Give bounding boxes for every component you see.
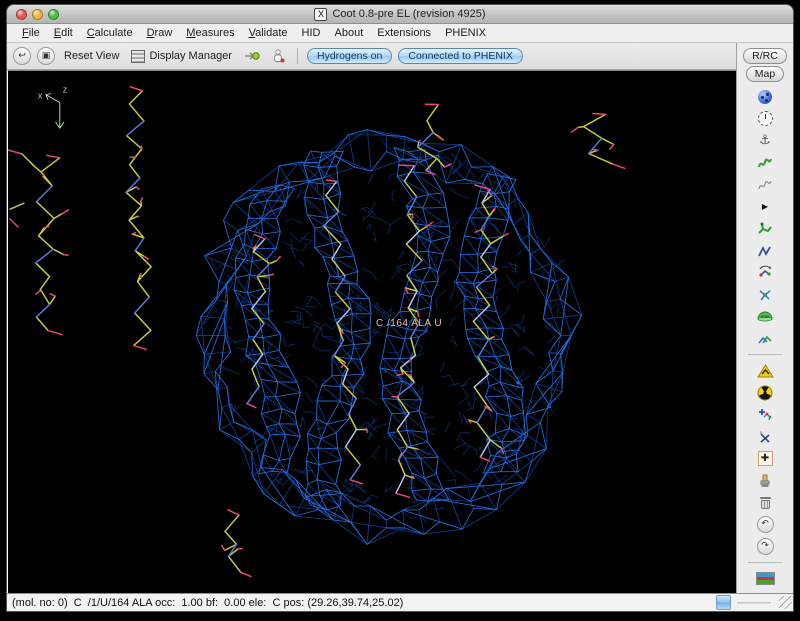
reset-view-label: Reset View — [64, 50, 119, 62]
sculpt-button[interactable] — [754, 471, 776, 490]
toolbar-separator — [297, 48, 298, 64]
redo-button[interactable]: ↷ — [754, 537, 776, 556]
flip-button[interactable] — [754, 329, 776, 348]
mutate-button[interactable] — [754, 285, 776, 304]
trash-icon — [760, 497, 771, 509]
resize-grip[interactable] — [779, 596, 792, 609]
blue-sphere-icon — [758, 90, 772, 104]
brush-icon — [758, 474, 772, 488]
flag-icon — [756, 572, 775, 585]
menu-bar: File Edit Calculate Draw Measures Valida… — [7, 24, 793, 43]
radioactive-icon — [757, 385, 773, 401]
phenix-connection-badge[interactable]: Connected to PHENIX — [398, 48, 522, 64]
status-text: (mol. no: 0) C /1/U/164 ALA occ: 1.00 bf… — [7, 597, 716, 609]
back-icon: ↩ — [18, 51, 26, 61]
display-manager-icon — [131, 50, 145, 63]
blue-zigzag-icon — [757, 244, 773, 258]
main-toolbar: ↩ ▣ Reset View Display Manager — [7, 43, 736, 70]
flag-button[interactable] — [754, 569, 776, 588]
status-bar: (mol. no: 0) C /1/U/164 ALA occ: 1.00 bf… — [7, 593, 793, 611]
regularize-button[interactable] — [754, 241, 776, 260]
add-atom-button[interactable] — [754, 405, 776, 424]
menu-edit[interactable]: Edit — [47, 26, 80, 40]
gray-squiggle-icon — [757, 178, 773, 192]
right-toolbar: R/RC Map ⚓ ▶ — [736, 43, 793, 593]
rightbar-separator — [748, 354, 782, 355]
rotamers-button[interactable] — [754, 175, 776, 194]
menu-measures[interactable]: Measures — [179, 26, 241, 40]
redo-icon: ↷ — [761, 542, 769, 551]
undo-icon: ↶ — [761, 520, 769, 529]
nav-view-button[interactable]: ▣ — [37, 47, 55, 65]
plus-molecule-icon — [757, 407, 773, 422]
hydrogens-toggle[interactable]: Hydrogens on — [307, 48, 392, 64]
display-manager-label: Display Manager — [149, 50, 232, 62]
scrollbar-thumb[interactable] — [716, 595, 731, 610]
key-arrow-icon — [244, 50, 260, 62]
flask-icon — [272, 49, 285, 63]
atom-label: C /164 ALA U — [376, 318, 442, 329]
add-terminal-button[interactable]: ✚ — [754, 449, 776, 468]
title-bar[interactable]: X Coot 0.8-pre EL (revision 4925) — [7, 5, 793, 24]
expand-button[interactable]: ▶ — [754, 197, 776, 216]
rrc-button[interactable]: R/RC — [743, 48, 787, 64]
side-chain-button[interactable]: Side — [754, 307, 776, 326]
svg-text:x: x — [38, 91, 43, 101]
plus-box-icon: ✚ — [758, 451, 773, 466]
sphere-refine-button[interactable] — [754, 87, 776, 106]
ligand-button[interactable] — [269, 48, 288, 64]
minimize-button[interactable] — [32, 9, 43, 20]
menu-calculate[interactable]: Calculate — [80, 26, 140, 40]
menu-hid[interactable]: HID — [295, 26, 328, 40]
delete-atom-button[interactable] — [754, 427, 776, 446]
refine-zone-button[interactable] — [754, 109, 776, 128]
molecular-canvas[interactable]: xz C /164 ALA U — [7, 70, 736, 593]
small-triangle-icon: ▶ — [762, 203, 768, 211]
green-fragment-icon — [757, 221, 773, 236]
nav-back-button[interactable]: ↩ — [13, 47, 31, 65]
anchor-icon: ⚓ — [759, 134, 771, 147]
hazard-button[interactable] — [754, 361, 776, 380]
menu-phenix[interactable]: PHENIX — [438, 26, 493, 40]
traffic-lights — [16, 9, 59, 20]
menu-validate[interactable]: Validate — [242, 26, 295, 40]
real-space-refine-button[interactable] — [754, 219, 776, 238]
zoom-button[interactable] — [48, 9, 59, 20]
x11-icon: X — [314, 8, 327, 21]
window-title: Coot 0.8-pre EL (revision 4925) — [332, 8, 485, 20]
panel-divider — [737, 602, 771, 604]
rotate-molecule-icon — [757, 265, 774, 280]
molecular-viewport[interactable]: xz — [8, 71, 736, 593]
star-molecule-icon — [757, 287, 773, 302]
auto-fit-rotamer-button[interactable] — [754, 153, 776, 172]
menu-about[interactable]: About — [328, 26, 371, 40]
green-squiggle-icon — [757, 156, 773, 170]
delete-button[interactable] — [754, 493, 776, 512]
reset-view-button[interactable]: Reset View — [61, 49, 122, 63]
coot-window: X Coot 0.8-pre EL (revision 4925) File E… — [6, 4, 794, 612]
menu-draw[interactable]: Draw — [140, 26, 180, 40]
map-button[interactable]: Map — [746, 66, 784, 82]
hazard-triangle-icon — [757, 364, 774, 378]
flip-icon — [757, 332, 773, 346]
menu-file[interactable]: File — [15, 26, 47, 40]
svg-text:z: z — [63, 85, 68, 95]
display-manager-button[interactable]: Display Manager — [128, 49, 235, 64]
window-title-area: X Coot 0.8-pre EL (revision 4925) — [7, 8, 793, 21]
close-button[interactable] — [16, 9, 27, 20]
x-molecule-icon — [757, 430, 773, 444]
svg-text:Side: Side — [760, 314, 770, 319]
side-hemisphere-icon: Side — [756, 310, 774, 324]
rotate-translate-button[interactable] — [754, 263, 776, 282]
undo-button[interactable]: ↶ — [754, 515, 776, 534]
dashed-circle-icon — [758, 111, 773, 126]
go-to-atom-button[interactable] — [241, 49, 263, 63]
square-icon: ▣ — [42, 51, 51, 61]
menu-extensions[interactable]: Extensions — [370, 26, 438, 40]
anchor-button[interactable]: ⚓ — [754, 131, 776, 150]
radiation-button[interactable] — [754, 383, 776, 402]
rightbar-separator — [748, 562, 782, 563]
